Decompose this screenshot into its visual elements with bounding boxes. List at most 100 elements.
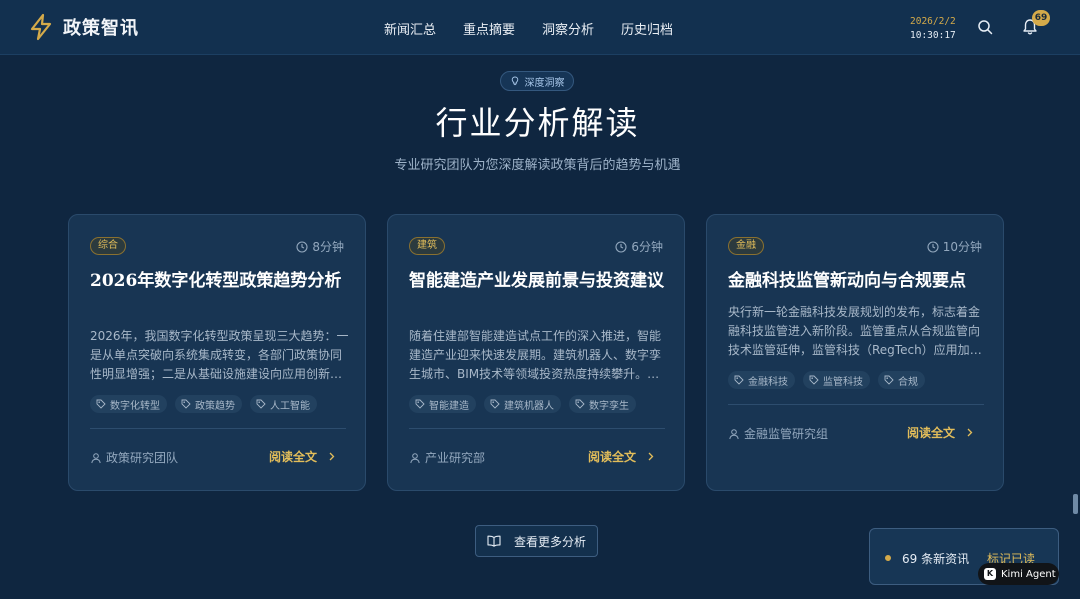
read-more-label: 阅读全文: [906, 426, 955, 440]
card-excerpt: 央行新一轮金融科技发展规划的发布，标志着金融科技监管进入新阶段。监管重点从合规监…: [728, 305, 982, 357]
main-nav: 新闻汇总 重点摘要 洞察分析 历史归档: [384, 19, 700, 38]
keyword-chip[interactable]: 数字化转型: [90, 395, 167, 413]
category-tag: 建筑: [409, 237, 445, 255]
keyword-list: 金融科技 监管科技 合规: [728, 371, 933, 389]
card-excerpt: 2026年，我国数字化转型政策呈现三大趋势：一是从单点突破向系统集成转变，各部门…: [90, 329, 349, 381]
read-time: 8分钟: [296, 238, 344, 255]
kimi-agent-chip[interactable]: K Kimi Agent: [978, 563, 1059, 585]
kimi-agent-label: Kimi Agent: [1001, 568, 1056, 580]
tag-icon: [575, 399, 585, 409]
card-title[interactable]: 金融科技监管新动向与合规要点: [728, 269, 990, 293]
chevron-right-icon: [967, 428, 973, 437]
status-dot: [885, 555, 891, 561]
category-tag: 综合: [90, 237, 126, 255]
tag-icon: [490, 399, 500, 409]
notification-badge: 69: [1032, 10, 1050, 26]
nav-summary[interactable]: 重点摘要: [463, 19, 515, 38]
card-divider: [728, 404, 984, 405]
nav-archive[interactable]: 历史归档: [621, 19, 673, 38]
clock-icon: [927, 240, 939, 253]
author-name: 产业研究部: [425, 451, 486, 465]
keyword-label: 监管科技: [823, 376, 863, 388]
keyword-label: 人工智能: [270, 400, 310, 412]
search-icon[interactable]: [977, 19, 993, 35]
book-icon: [487, 535, 501, 547]
clock-icon: [296, 240, 308, 253]
read-time-label: 6分钟: [631, 240, 663, 254]
author: 政策研究团队: [90, 449, 178, 466]
card-excerpt: 随着住建部智能建造试点工作的深入推进，智能建造产业迎来快速发展期。建筑机器人、数…: [409, 329, 662, 381]
user-icon: [410, 452, 420, 463]
keyword-label: 政策趋势: [195, 400, 235, 412]
keyword-chip[interactable]: 数字孪生: [569, 395, 636, 413]
keyword-label: 建筑机器人: [504, 400, 554, 412]
card-divider: [90, 428, 346, 429]
keyword-list: 智能建造 建筑机器人 数字孪生: [409, 395, 644, 413]
keyword-label: 数字孪生: [589, 400, 629, 412]
read-more-link[interactable]: 阅读全文: [907, 424, 974, 441]
keyword-label: 数字化转型: [110, 400, 160, 412]
author-name: 金融监管研究组: [744, 427, 829, 441]
keyword-chip[interactable]: 金融科技: [728, 371, 795, 389]
tag-icon: [884, 375, 894, 385]
nav-news[interactable]: 新闻汇总: [384, 19, 436, 38]
keyword-chip[interactable]: 智能建造: [409, 395, 476, 413]
analysis-card[interactable]: 金融 10分钟 金融科技监管新动向与合规要点 央行新一轮金融科技发展规划的发布，…: [706, 214, 1004, 491]
section-title: 行业分析解读: [435, 104, 640, 142]
keyword-chip[interactable]: 监管科技: [803, 371, 870, 389]
keyword-label: 合规: [898, 376, 918, 388]
chevron-right-icon: [329, 452, 335, 461]
clock-time: 10:30:17: [910, 30, 956, 41]
tag-icon: [734, 375, 744, 385]
keyword-chip[interactable]: 人工智能: [250, 395, 317, 413]
brand[interactable]: 政策智讯: [28, 13, 139, 41]
view-more-label: 查看更多分析: [513, 534, 586, 549]
read-time-label: 8分钟: [312, 240, 344, 254]
keyword-chip[interactable]: 建筑机器人: [484, 395, 561, 413]
author: 产业研究部: [409, 449, 485, 466]
nav-insights[interactable]: 洞察分析: [542, 19, 594, 38]
user-icon: [729, 428, 739, 439]
keyword-chip[interactable]: 合规: [878, 371, 925, 389]
read-time: 6分钟: [615, 238, 663, 255]
analysis-card[interactable]: 建筑 6分钟 智能建造产业发展前景与投资建议 随着住建部智能建造试点工作的深入推…: [387, 214, 685, 491]
kimi-logo-icon: K: [984, 568, 996, 580]
top-nav-bar: 政策智讯 新闻汇总 重点摘要 洞察分析 历史归档 2026/2/2 10:30:…: [0, 0, 1080, 55]
scrollbar-thumb[interactable]: [1073, 494, 1078, 514]
brand-name: 政策智讯: [63, 18, 139, 39]
keyword-chip[interactable]: 政策趋势: [175, 395, 242, 413]
tag-icon: [256, 399, 266, 409]
chevron-right-icon: [648, 452, 654, 461]
tag-icon: [809, 375, 819, 385]
keyword-label: 智能建造: [429, 400, 469, 412]
clock: 2026/2/2 10:30:17: [910, 15, 956, 43]
lightning-logo-icon: [30, 13, 52, 41]
toast-text: 69 条新资讯: [902, 552, 970, 566]
card-title[interactable]: 智能建造产业发展前景与投资建议: [409, 269, 671, 293]
keyword-label: 金融科技: [748, 376, 788, 388]
tag-icon: [96, 399, 106, 409]
clock-icon: [615, 240, 627, 253]
lightbulb-icon: [511, 76, 518, 86]
view-more-button[interactable]: 查看更多分析: [475, 525, 598, 557]
author: 金融监管研究组: [728, 425, 828, 442]
category-tag: 金融: [728, 237, 764, 255]
user-icon: [91, 452, 101, 463]
read-more-link[interactable]: 阅读全文: [588, 448, 655, 465]
author-name: 政策研究团队: [106, 451, 179, 465]
card-divider: [409, 428, 665, 429]
section-pill: 深度洞察: [500, 71, 574, 91]
card-title[interactable]: 2026年数字化转型政策趋势分析: [90, 269, 352, 293]
keyword-list: 数字化转型 政策趋势 人工智能: [90, 395, 325, 413]
read-time: 10分钟: [927, 238, 982, 255]
read-more-link[interactable]: 阅读全文: [269, 448, 336, 465]
read-time-label: 10分钟: [942, 240, 982, 254]
tag-icon: [181, 399, 191, 409]
read-more-label: 阅读全文: [587, 450, 636, 464]
read-more-label: 阅读全文: [268, 450, 317, 464]
clock-date: 2026/2/2: [910, 16, 956, 27]
section-pill-label: 深度洞察: [524, 77, 565, 89]
tag-icon: [415, 399, 425, 409]
analysis-card[interactable]: 综合 8分钟 2026年数字化转型政策趋势分析 2026年，我国数字化转型政策呈…: [68, 214, 366, 491]
section-subtitle: 专业研究团队为您深度解读政策背后的趋势与机遇: [394, 158, 681, 173]
